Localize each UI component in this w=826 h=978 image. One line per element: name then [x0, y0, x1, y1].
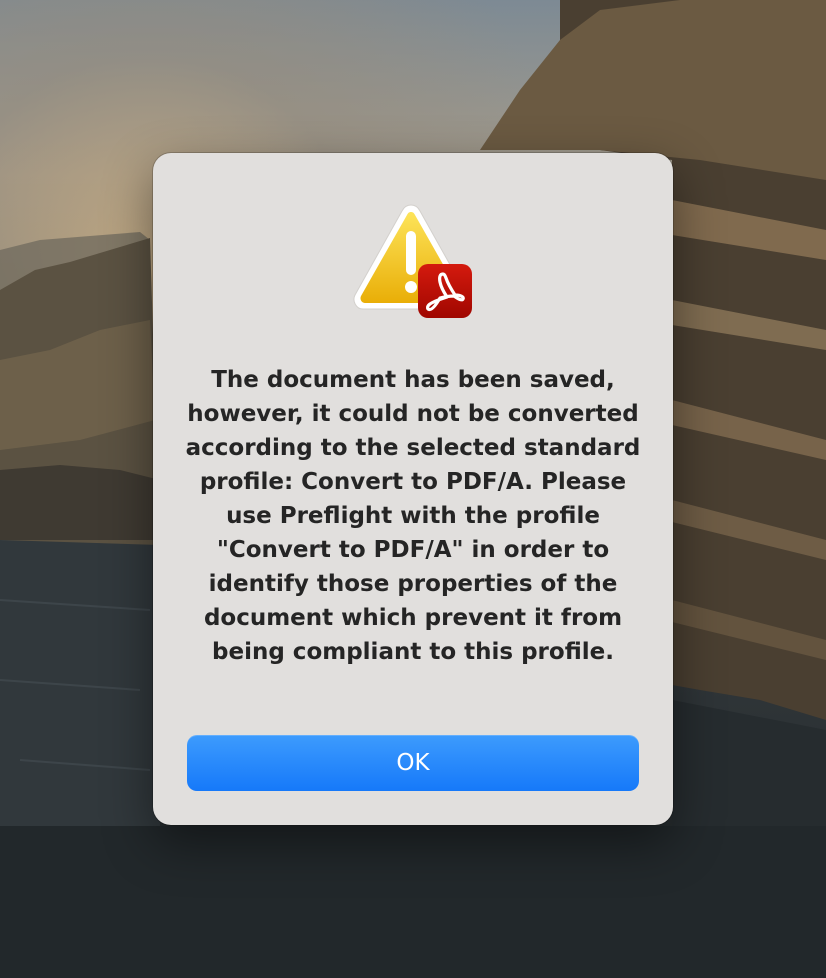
ok-button[interactable]: OK — [187, 735, 639, 791]
alert-message: The document has been saved, however, it… — [185, 367, 641, 665]
acrobat-badge-icon — [418, 264, 472, 318]
alert-dialog: The document has been saved, however, it… — [153, 153, 673, 825]
warning-icon — [351, 201, 473, 319]
